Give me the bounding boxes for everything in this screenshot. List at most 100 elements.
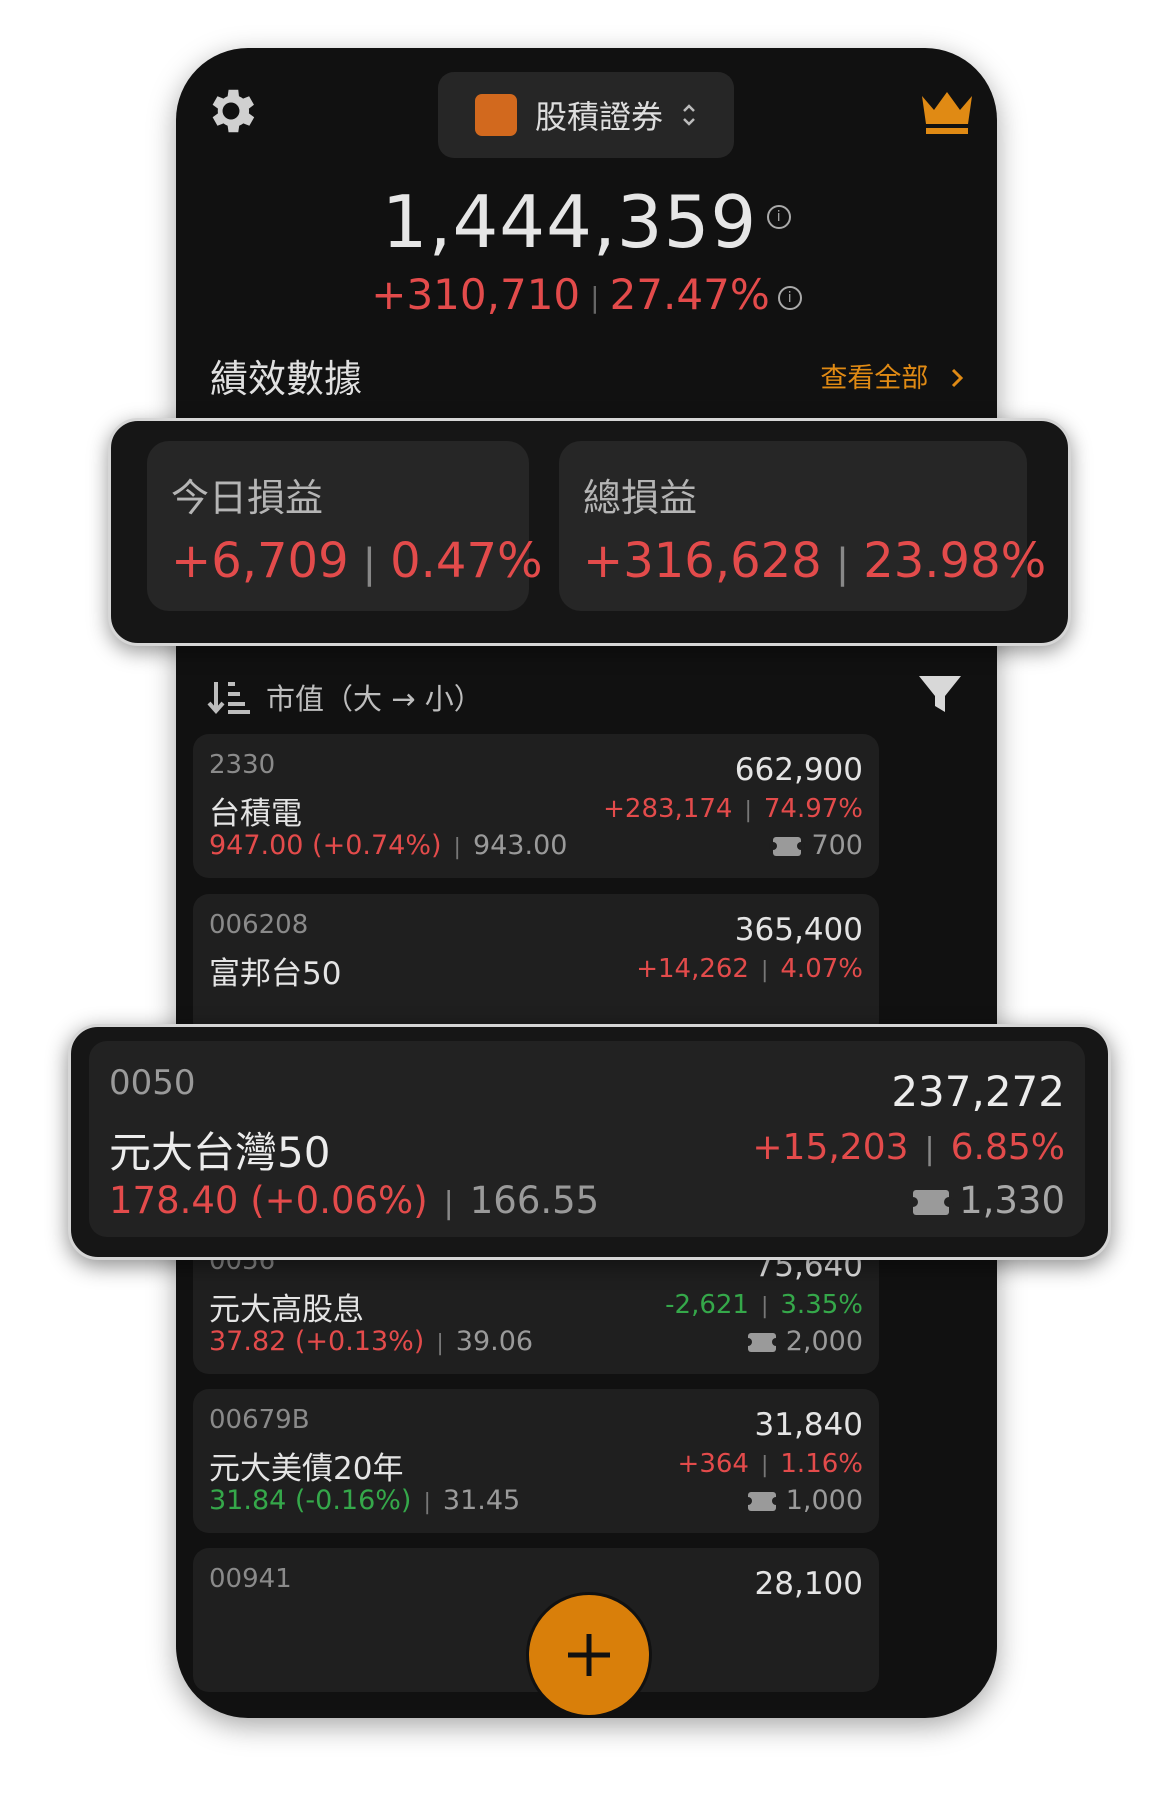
gain-percent: 1.16%	[780, 1449, 863, 1479]
divider: |	[362, 541, 377, 587]
stock-code: 006208	[209, 910, 309, 940]
shares-row: 1,330	[908, 1179, 1065, 1222]
total-pnl-percent: 23.98%	[863, 533, 1047, 589]
holding-card[interactable]: 006208 富邦台50 365,400 +14,262 | 4.07%	[193, 894, 879, 1038]
info-icon[interactable]: i	[777, 285, 802, 310]
account-switcher[interactable]: 股積證券	[438, 72, 734, 158]
price-row: 178.40 (+0.06%) | 166.55	[109, 1179, 599, 1222]
total-value: 1,444,359	[381, 180, 758, 264]
average-cost: 39.06	[455, 1326, 534, 1357]
sort-descending-icon	[207, 682, 250, 715]
holding-card-zoom: 0050 元大台灣50 178.40 (+0.06%) | 166.55 237,2…	[68, 1024, 1111, 1260]
divider: |	[423, 1490, 431, 1515]
market-value: 237,272	[891, 1067, 1065, 1116]
today-pnl-card[interactable]: 今日損益 +6,709 | 0.47%	[147, 441, 543, 611]
ticket-icon	[908, 1190, 955, 1215]
current-price: 947.00 (+0.74%)	[209, 830, 442, 861]
stock-name: 富邦台50	[209, 956, 342, 992]
divider: |	[443, 1186, 454, 1221]
chevron-right-icon	[951, 368, 964, 388]
gain-percent: 3.35%	[780, 1290, 863, 1320]
today-pnl-amount: +6,709	[171, 533, 349, 589]
portfolio-total: 1,444,359 i	[176, 180, 997, 264]
sort-control[interactable]: 市值（大 → 小）	[206, 676, 483, 718]
stock-code: 0050	[109, 1063, 196, 1103]
average-cost: 166.55	[469, 1179, 600, 1222]
current-price: 178.40 (+0.06%)	[109, 1179, 428, 1222]
performance-title: 績效數據	[210, 357, 363, 401]
sort-label: 市值（大 → 小）	[266, 682, 483, 716]
holding-card[interactable]: 0050 元大台灣50 178.40 (+0.06%) | 166.55 237,2…	[89, 1041, 1085, 1237]
today-pnl-label: 今日損益	[171, 476, 324, 520]
account-name: 股積證券	[534, 98, 663, 136]
gain-percent: 74.97%	[763, 794, 863, 824]
gear-icon[interactable]	[202, 82, 260, 140]
gain-percent: 4.07%	[780, 954, 863, 984]
market-value: 365,400	[734, 912, 863, 948]
gain-row: -2,621 | 3.35%	[665, 1290, 863, 1320]
divider: |	[590, 281, 600, 314]
ticket-icon	[743, 1333, 780, 1352]
stock-code: 00679B	[209, 1405, 310, 1435]
share-count: 700	[811, 830, 863, 861]
shares-row: 700	[769, 830, 863, 861]
holding-card[interactable]: 00679B 元大美債20年 31.84 (-0.16%) | 31.45 31,8…	[193, 1389, 879, 1533]
total-pnl-value: +316,628 | 23.98%	[583, 533, 1046, 589]
view-all-link[interactable]: 查看全部	[820, 356, 967, 395]
market-value: 28,100	[754, 1566, 863, 1602]
gain-percent: 6.85%	[950, 1127, 1065, 1168]
divider: |	[453, 835, 461, 860]
ticket-icon	[743, 1492, 780, 1511]
plus-icon	[568, 1634, 610, 1676]
share-count: 1,330	[959, 1179, 1065, 1222]
divider: |	[760, 1453, 769, 1478]
divider: |	[924, 1132, 935, 1167]
stock-name: 元大高股息	[209, 1292, 364, 1328]
stock-name: 元大台灣50	[109, 1128, 331, 1177]
market-value: 662,900	[734, 752, 863, 788]
account-color-swatch	[474, 94, 517, 136]
divider: |	[436, 1331, 444, 1356]
view-all-label: 查看全部	[820, 363, 929, 394]
gain-amount: +14,262	[636, 954, 749, 984]
share-count: 2,000	[785, 1326, 863, 1357]
portfolio-gain: +310,710 | 27.47% i	[176, 270, 997, 319]
ticket-icon	[769, 837, 806, 856]
average-cost: 943.00	[472, 830, 568, 861]
stock-name: 元大美債20年	[209, 1451, 404, 1487]
price-row: 947.00 (+0.74%) | 943.00	[209, 830, 567, 861]
app-screen: 股積證券 1,444,359 i +310,710 | 27.47% i 績效數據 查看…	[176, 48, 997, 1718]
stock-code: 00941	[209, 1564, 292, 1594]
price-row: 37.82 (+0.13%) | 39.06	[209, 1326, 533, 1357]
gain-amount: +310,710	[371, 270, 581, 319]
shares-row: 2,000	[743, 1326, 863, 1357]
gain-percent: 27.47%	[609, 270, 770, 319]
today-pnl-value: +6,709 | 0.47%	[171, 533, 543, 589]
gain-amount: -2,621	[665, 1290, 749, 1320]
info-icon[interactable]: i	[767, 205, 792, 230]
today-pnl-percent: 0.47%	[390, 533, 543, 589]
share-count: 1,000	[785, 1485, 863, 1516]
total-pnl-label: 總損益	[583, 476, 698, 520]
market-value: 31,840	[754, 1407, 863, 1443]
current-price: 31.84 (-0.16%)	[209, 1485, 412, 1516]
chevron-up-down-icon	[683, 104, 695, 126]
gain-row: +364 | 1.16%	[678, 1449, 863, 1479]
price-row: 31.84 (-0.16%) | 31.45	[209, 1485, 520, 1516]
filter-icon[interactable]	[917, 672, 963, 718]
performance-panel-zoom: 今日損益 +6,709 | 0.47% 總損益 +316,628 | 23.98%	[108, 418, 1071, 646]
stock-code: 2330	[209, 750, 276, 780]
holding-card[interactable]: 2330 台積電 947.00 (+0.74%) | 943.00 662,900 …	[193, 734, 879, 878]
gain-amount: +283,174	[603, 794, 733, 824]
divider: |	[744, 798, 752, 823]
total-pnl-card[interactable]: 總損益 +316,628 | 23.98%	[559, 441, 1046, 611]
gain-amount: +15,203	[752, 1127, 909, 1168]
gain-row: +15,203 | 6.85%	[752, 1127, 1065, 1168]
add-holding-button[interactable]	[526, 1592, 652, 1718]
average-cost: 31.45	[442, 1485, 521, 1516]
gain-row: +283,174 | 74.97%	[603, 794, 863, 824]
divider: |	[760, 1294, 769, 1319]
current-price: 37.82 (+0.13%)	[209, 1326, 425, 1357]
total-pnl-amount: +316,628	[583, 533, 822, 589]
crown-icon[interactable]	[918, 88, 976, 136]
